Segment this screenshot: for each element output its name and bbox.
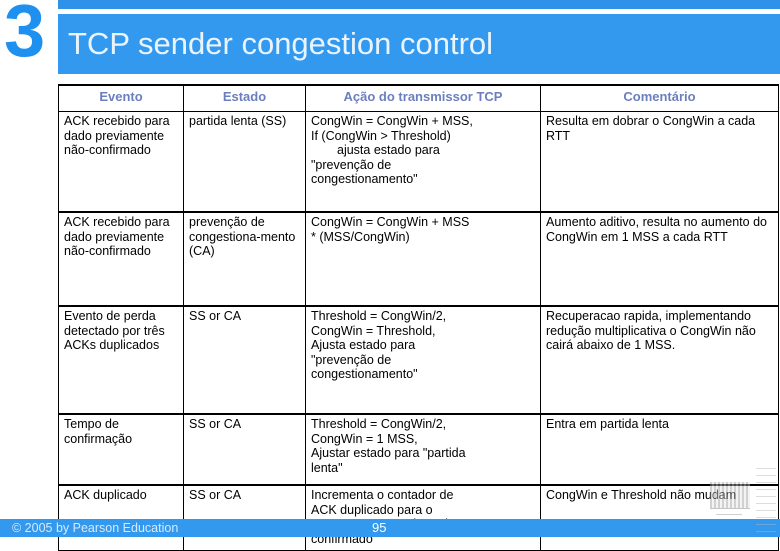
- cell-evento: ACK recebido para dado previamente não-c…: [58, 211, 184, 307]
- cell-estado: partida lenta (SS): [183, 111, 306, 213]
- congestion-control-table: Evento Estado Ação do transmissor TCP Co…: [58, 84, 779, 551]
- table-row: ACK recebido para dado previamente não-c…: [58, 111, 779, 213]
- slide-canvas: 3 TCP sender congestion control Evento E…: [0, 0, 780, 551]
- table-row: Tempo de confirmação SS or CA Threshold = …: [58, 413, 779, 486]
- cell-acao: Threshold = CongWin/2, CongWin = 1 MSS, Aj…: [305, 413, 541, 486]
- congestion-control-table-wrapper: Evento Estado Ação do transmissor TCP Co…: [58, 84, 779, 551]
- cell-acao-line: CongWin = Threshold,: [311, 323, 436, 338]
- table-header-row: Evento Estado Ação do transmissor TCP Co…: [58, 84, 779, 112]
- cell-acao-line: CongWin = 1 MSS,: [311, 431, 418, 446]
- cell-acao-line: If (CongWin > Threshold): [311, 128, 451, 143]
- cell-acao-line: Threshold = CongWin/2,: [311, 309, 447, 323]
- cell-evento: ACK duplicado: [58, 484, 184, 551]
- cell-acao-line: congestionamento": [311, 367, 418, 381]
- cell-acao-line: CongWin = CongWin + MSS,: [311, 114, 473, 128]
- slide-chapter-number: 3: [4, 0, 45, 72]
- cell-comentario: Entra em partida lenta: [540, 413, 779, 486]
- top-accent-strip: [58, 0, 780, 9]
- footer-page-number: 95: [372, 520, 387, 535]
- cell-acao-line: ACK duplicado para o: [311, 502, 433, 517]
- cell-acao-line: lenta": [311, 460, 343, 475]
- cell-acao: Incrementa o contador de ACK duplicado pa…: [305, 484, 541, 551]
- column-header-acao: Ação do transmissor TCP: [305, 84, 541, 112]
- cell-comentario: CongWin e Threshold não mudam: [540, 484, 779, 551]
- cell-acao-line: ajusta estado para: [337, 143, 440, 157]
- footer-credit: © 2005 by Pearson Education: [12, 521, 179, 535]
- cell-comentario: Resulta em dobrar o CongWin a cada RTT: [540, 111, 779, 213]
- column-header-estado: Estado: [183, 84, 306, 112]
- table-body: ACK recebido para dado previamente não-c…: [58, 111, 779, 551]
- cell-acao-line: CongWin = CongWin + MSS: [311, 215, 470, 229]
- title-bar: TCP sender congestion control: [58, 14, 780, 74]
- cell-comentario: Recuperacao rapida, implementando reduçã…: [540, 305, 779, 415]
- cell-estado: SS or CA: [183, 413, 306, 486]
- cell-acao-line: Ajustar estado para "partida: [311, 446, 466, 460]
- cell-estado: SS or CA: [183, 305, 306, 415]
- cell-comentario: Aumento aditivo, resulta no aumento do C…: [540, 211, 779, 307]
- cell-acao-line: * (MSS/CongWin): [311, 229, 410, 244]
- cell-estado: SS or CA: [183, 484, 306, 551]
- cell-acao: CongWin = CongWin + MSS, If (CongWin > Th…: [305, 111, 541, 213]
- cell-acao: Threshold = CongWin/2, CongWin = Threshol…: [305, 305, 541, 415]
- cell-acao-line: Incrementa o contador de: [311, 488, 454, 502]
- cell-acao: CongWin = CongWin + MSS * (MSS/CongWin): [305, 211, 541, 307]
- column-header-comentario: Comentário: [540, 84, 779, 112]
- cell-acao-line: "prevenção de: [311, 157, 392, 172]
- table-row: ACK recebido para dado previamente não-c…: [58, 211, 779, 307]
- table-row: Evento de perda detectado por três ACKs …: [58, 305, 779, 415]
- cell-evento: ACK recebido para dado previamente não-c…: [58, 111, 184, 213]
- column-header-evento: Evento: [58, 84, 184, 112]
- cell-acao-line: congestionamento": [311, 172, 418, 186]
- page-title: TCP sender congestion control: [68, 26, 494, 61]
- cell-estado: prevenção de congestiona-mento (CA): [183, 211, 306, 307]
- cell-acao-line: Threshold = CongWin/2,: [311, 417, 447, 431]
- cell-evento: Tempo de confirmação: [58, 413, 184, 486]
- table-header: Evento Estado Ação do transmissor TCP Co…: [58, 84, 779, 112]
- cell-acao-line: "prevenção de: [311, 352, 392, 367]
- table-row: ACK duplicado SS or CA Incrementa o contad…: [58, 484, 779, 551]
- cell-acao-line: Ajusta estado para: [311, 338, 416, 352]
- cell-evento: Evento de perda detectado por três ACKs …: [58, 305, 184, 415]
